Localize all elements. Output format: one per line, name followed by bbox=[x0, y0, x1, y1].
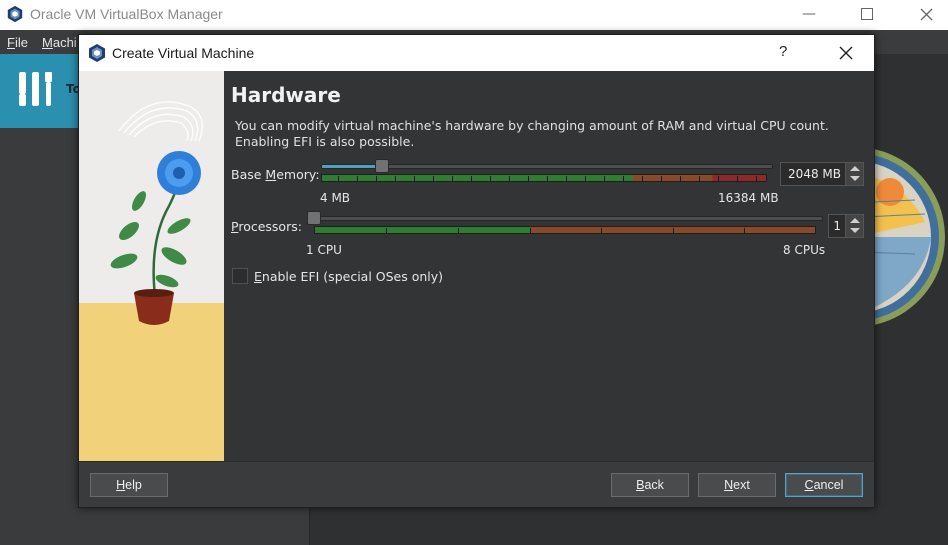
scale-tick bbox=[699, 176, 700, 182]
enable-efi-checkbox[interactable] bbox=[232, 268, 248, 284]
enable-efi-label[interactable]: Enable EFI (special OSes only) bbox=[254, 269, 443, 284]
cancel-button[interactable]: Cancel bbox=[785, 473, 863, 497]
spin-up-icon[interactable] bbox=[850, 218, 860, 223]
create-vm-dialog: Create Virtual Machine ? Hardware You ca… bbox=[78, 34, 875, 508]
virtualbox-logo-icon bbox=[89, 44, 105, 62]
base-memory-slider-fill bbox=[322, 165, 382, 168]
base-memory-label: Base Memory: bbox=[231, 167, 320, 182]
scale-tick bbox=[601, 228, 602, 234]
scale-tick bbox=[433, 176, 434, 182]
main-window-title: Oracle VM VirtualBox Manager bbox=[30, 6, 223, 22]
base-memory-spinbox[interactable]: 2048 MB bbox=[780, 162, 864, 186]
help-button[interactable]: Help bbox=[90, 473, 168, 497]
memory-min-label: 4 MB bbox=[320, 191, 351, 205]
base-memory-scale bbox=[321, 174, 767, 182]
processors-max-label: 8 CPUs bbox=[783, 243, 826, 257]
back-button[interactable]: Back bbox=[611, 473, 689, 497]
scale-tick bbox=[528, 176, 529, 182]
scale-tick bbox=[623, 176, 624, 182]
virtualbox-logo-icon bbox=[7, 5, 23, 23]
processors-slider[interactable] bbox=[307, 216, 823, 221]
processors-min-label: 1 CPU bbox=[306, 243, 342, 257]
wizard-flower-illustration bbox=[79, 71, 224, 461]
menu-file[interactable]: File bbox=[7, 35, 28, 50]
scale-tick bbox=[386, 228, 387, 234]
base-memory-slider-handle[interactable] bbox=[375, 159, 389, 173]
tools-icon bbox=[19, 72, 52, 106]
main-titlebar: Oracle VM VirtualBox Manager — bbox=[0, 0, 948, 30]
scale-tick bbox=[566, 176, 567, 182]
scale-tick bbox=[673, 228, 674, 234]
processors-value: 1 bbox=[833, 219, 841, 233]
scale-tick bbox=[414, 176, 415, 182]
memory-max-label: 16384 MB bbox=[718, 191, 779, 205]
menu-machine[interactable]: Machi bbox=[42, 35, 77, 50]
scale-tick bbox=[471, 176, 472, 182]
scale-tick bbox=[661, 176, 662, 182]
maximize-icon[interactable] bbox=[855, 4, 879, 24]
scale-tick bbox=[338, 176, 339, 182]
dialog-title: Create Virtual Machine bbox=[112, 45, 255, 61]
scale-tick bbox=[756, 176, 757, 182]
scale-tick bbox=[642, 176, 643, 182]
scale-tick bbox=[530, 228, 531, 234]
spin-down-icon[interactable] bbox=[850, 228, 860, 233]
base-memory-value: 2048 MB bbox=[788, 167, 841, 181]
minimize-icon[interactable]: — bbox=[797, 4, 821, 24]
scale-tick bbox=[490, 176, 491, 182]
close-icon[interactable] bbox=[914, 4, 938, 24]
scale-tick bbox=[604, 176, 605, 182]
scale-tick bbox=[509, 176, 510, 182]
scale-tick bbox=[547, 176, 548, 182]
page-title: Hardware bbox=[231, 83, 341, 107]
processors-slider-handle[interactable] bbox=[307, 211, 321, 225]
scale-tick bbox=[376, 176, 377, 182]
processors-spinbox[interactable]: 1 bbox=[828, 214, 864, 238]
scale-tick bbox=[718, 176, 719, 182]
processors-scale bbox=[314, 226, 816, 234]
scale-tick bbox=[395, 176, 396, 182]
tools-item[interactable]: To bbox=[0, 54, 84, 128]
spin-down-icon[interactable] bbox=[850, 176, 860, 181]
scale-tick bbox=[452, 176, 453, 182]
dialog-footer: Help Back Next Cancel bbox=[79, 461, 874, 507]
scale-tick bbox=[585, 176, 586, 182]
scale-tick bbox=[744, 228, 745, 234]
wizard-content: Hardware You can modify virtual machine'… bbox=[224, 71, 874, 461]
help-icon[interactable]: ? bbox=[779, 43, 787, 60]
page-description: You can modify virtual machine's hardwar… bbox=[235, 118, 829, 149]
processors-label: Processors: bbox=[231, 219, 302, 234]
processors-spin-buttons[interactable] bbox=[845, 215, 863, 237]
dialog-titlebar: Create Virtual Machine ? bbox=[79, 35, 874, 71]
memory-spin-buttons[interactable] bbox=[845, 163, 863, 185]
next-button[interactable]: Next bbox=[698, 473, 776, 497]
close-icon[interactable] bbox=[834, 41, 858, 65]
scale-tick bbox=[737, 176, 738, 182]
scale-tick bbox=[357, 176, 358, 182]
scale-tick bbox=[680, 176, 681, 182]
spin-up-icon[interactable] bbox=[850, 166, 860, 171]
scale-tick bbox=[458, 228, 459, 234]
